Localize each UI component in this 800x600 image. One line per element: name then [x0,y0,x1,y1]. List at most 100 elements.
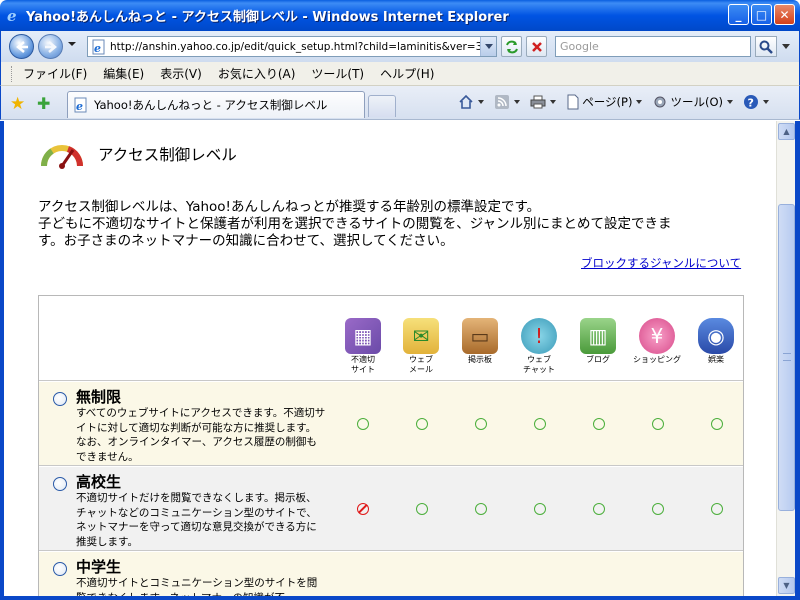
shopping-icon: ¥ [639,318,675,354]
page-icon: e [73,97,89,113]
column-bulletin-board: ▭ 掲示板 [456,318,504,365]
tools-menu-label: ツール(O) [670,95,723,109]
stop-button[interactable] [526,36,547,57]
page-title: アクセス制御レベル [98,146,237,164]
table-row[interactable]: 高校生 不適切サイトだけを閲覧できなくします。掲示板、チャットなどのコミュニケー… [39,467,743,551]
level-description: 不適切サイトとコミュニケーション型のサイトを閲覧できなくします。ネットマナーの知… [76,577,318,596]
chevron-down-icon [484,43,493,49]
bulletin-board-icon: ▭ [462,318,498,354]
toolbar-grip[interactable] [11,65,14,82]
forward-arrow-icon [44,40,57,53]
scroll-thumb[interactable] [778,204,795,511]
menu-help[interactable]: ヘルプ(H) [380,65,434,82]
title-bar: e Yahoo!あんしんねっと - アクセス制御レベル - Windows In… [0,0,800,31]
menu-bar: ファイル(F) 編集(E) 表示(V) お気に入り(A) ツール(T) ヘルプ(… [0,62,800,86]
table-row[interactable]: 無制限 すべてのウェブサイトにアクセスできます。不適切サイトに対して適切な判断が… [39,382,743,466]
address-dropdown-button[interactable] [480,37,496,56]
forward-button[interactable] [38,34,63,59]
back-button[interactable] [9,34,34,59]
url-text[interactable]: http://anshin.yahoo.co.jp/edit/quick_set… [110,41,480,53]
command-bar: ページ(P) ツール(O) ? [452,94,769,110]
menu-view[interactable]: 表示(V) [160,65,202,82]
access-level-table: ▦ 不適切 サイト ✉ ウェブ メール ▭ 掲示板 ! ウェブ チャット ▥ ブ… [38,295,744,596]
blog-icon: ▥ [580,318,616,354]
allowed-mark-icon [652,418,664,430]
allowed-mark-icon [711,503,723,515]
tools-menu-button[interactable]: ツール(O) [652,94,733,110]
column-label: 不適切 サイト [351,355,375,374]
menu-tools[interactable]: ツール(T) [311,65,364,82]
menu-edit[interactable]: 編集(E) [103,65,144,82]
printer-icon [530,95,546,109]
tab-toolbar: ★ ✚ e Yahoo!あんしんねっと - アクセス制御レベル ページ(P) ツ… [0,86,800,120]
allowed-mark-icon [534,418,546,430]
entertainment-icon: ◉ [698,318,734,354]
chevron-down-icon [550,100,557,104]
level-description: すべてのウェブサイトにアクセスできます。不適切サイトに対して適切な判断が可能な方… [76,407,326,463]
intro-line: アクセス制御レベルは、Yahoo!あんしんねっとが推奨する年齢別の標準設定です。 [38,199,541,215]
intro-text: アクセス制御レベルは、Yahoo!あんしんねっとが推奨する年齢別の標準設定です。… [38,199,738,250]
allowed-mark-icon [593,503,605,515]
blocked-mark-icon [357,503,369,515]
level-name: 無制限 [76,388,122,406]
scroll-up-button[interactable]: ▲ [778,123,795,140]
address-field[interactable]: e http://anshin.yahoo.co.jp/edit/quick_s… [87,36,497,57]
tab-title: Yahoo!あんしんねっと - アクセス制御レベル [94,98,328,112]
maximize-button[interactable]: □ [751,4,772,25]
allowed-mark-icon [475,418,487,430]
close-button[interactable]: ✕ [774,4,795,25]
level-radio-junior-high[interactable] [53,562,67,576]
new-tab-button[interactable] [368,95,396,117]
add-favorite-icon[interactable]: ✚ [37,94,50,113]
column-shopping: ¥ ショッピング [633,318,681,365]
search-input[interactable]: Google [555,36,751,57]
page-menu-button[interactable]: ページ(P) [566,94,643,110]
refresh-button[interactable] [501,36,522,57]
ie-icon: e [6,8,22,24]
chevron-down-icon [636,100,643,104]
allowed-mark-icon [416,503,428,515]
chevron-down-icon [478,100,485,104]
level-description: 不適切サイトだけを閲覧できなくします。掲示板、チャットなどのコミュニケーション型… [76,492,317,548]
page-content: アクセス制御レベル アクセス制御レベルは、Yahoo!あんしんねっとが推奨する年… [4,121,776,596]
home-button[interactable] [458,94,485,110]
column-entertainment: ◉ 娯楽 [692,318,740,365]
back-arrow-icon [15,40,28,53]
address-toolbar: e http://anshin.yahoo.co.jp/edit/quick_s… [0,31,800,62]
scroll-down-button[interactable]: ▼ [778,577,795,594]
column-label: ウェブ メール [409,355,433,374]
chevron-down-icon [727,100,733,104]
level-radio-unlimited[interactable] [53,392,67,406]
rss-feed-icon [495,95,510,109]
recent-pages-dropdown[interactable] [68,42,76,46]
page-icon: e [91,39,107,55]
level-name: 高校生 [76,473,122,491]
menu-favorites[interactable]: お気に入り(A) [218,65,296,82]
feeds-button[interactable] [494,94,521,110]
vertical-scrollbar[interactable]: ▲ ▼ [776,121,795,596]
level-name: 中学生 [76,558,122,576]
minimize-button[interactable]: _ [728,4,749,25]
search-button[interactable] [755,36,777,57]
intro-line: 子どもに不適切なサイトと保護者が利用を選択できるサイトの閲覧を、ジャンル別にまと… [38,216,672,232]
search-options-dropdown[interactable] [779,36,793,57]
webmail-icon: ✉ [403,318,439,354]
blocked-genres-link[interactable]: ブロックするジャンルについて [581,255,741,271]
tab-active[interactable]: e Yahoo!あんしんねっと - アクセス制御レベル [67,91,365,118]
allowed-mark-icon [652,503,664,515]
level-radio-high-school[interactable] [53,477,67,491]
print-button[interactable] [530,94,557,110]
page-menu-label: ページ(P) [582,95,633,109]
refresh-icon [505,40,518,53]
column-label: 娯楽 [708,355,724,364]
favorites-star-icon[interactable]: ★ [10,94,25,114]
allowed-mark-icon [475,503,487,515]
help-icon: ? [744,95,758,110]
allowed-mark-icon [711,418,723,430]
help-button[interactable]: ? [743,94,769,110]
column-label: ウェブ チャット [523,355,555,374]
window-frame-bottom [0,596,800,600]
intro-line: す。お子さまのネットマナーの知識に合わせて、選択してください。 [38,233,454,249]
menu-file[interactable]: ファイル(F) [23,65,87,82]
table-row[interactable]: 中学生 不適切サイトとコミュニケーション型のサイトを閲覧できなくします。ネットマ… [39,552,743,596]
